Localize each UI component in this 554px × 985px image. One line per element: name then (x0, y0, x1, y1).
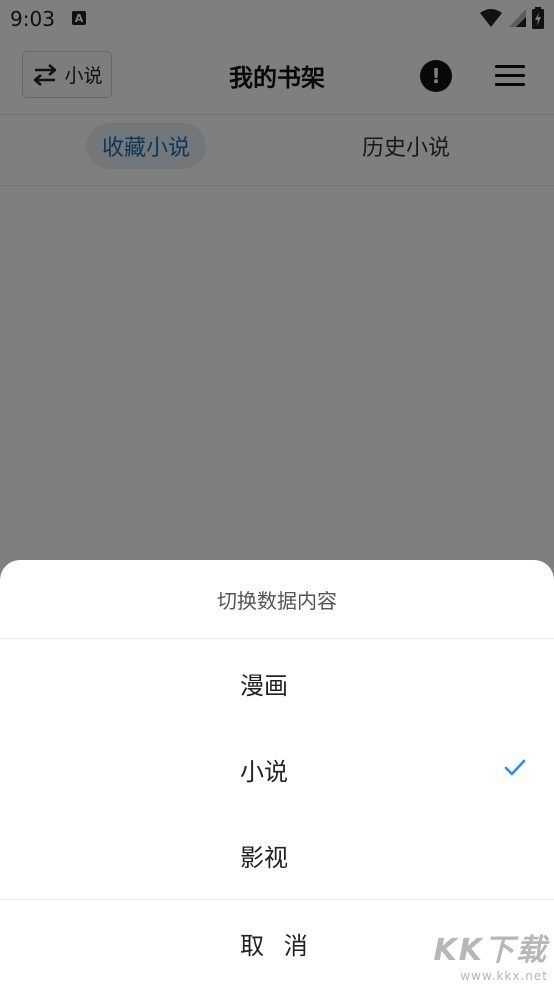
switch-content-sheet: 切换数据内容 漫画 小说 影视 取 消 (0, 560, 554, 985)
sheet-title: 切换数据内容 (0, 560, 554, 639)
check-icon (504, 759, 526, 776)
watermark: KK下载 www.kkx.net (434, 925, 549, 983)
watermark-brand: KK下载 (433, 933, 548, 968)
app-screen: 9:03 A 小说 我的书架 ! (0, 0, 554, 985)
watermark-url: www.kkx.net (460, 969, 548, 983)
option-label: 影视 (240, 843, 288, 872)
option-label: 漫画 (240, 671, 288, 700)
option-novels[interactable]: 小说 (0, 726, 554, 812)
option-label: 小说 (240, 757, 288, 786)
option-comics[interactable]: 漫画 (0, 640, 554, 726)
option-videos[interactable]: 影视 (0, 812, 554, 898)
